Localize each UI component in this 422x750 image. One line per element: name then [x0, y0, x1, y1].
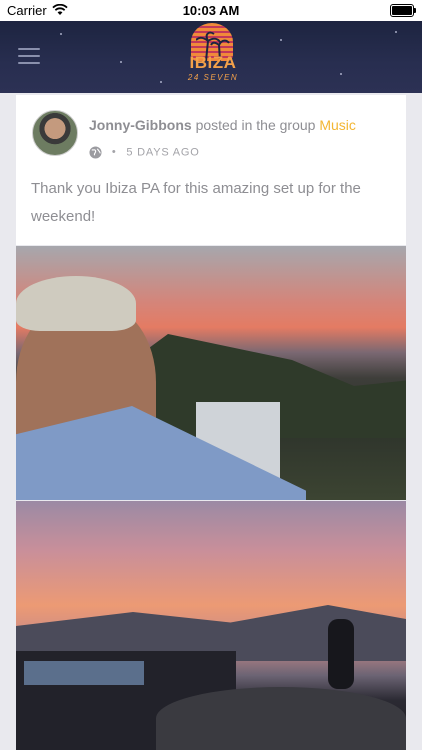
globe-icon [89, 146, 102, 159]
post-subinfo: • 5 DAYS AGO [89, 146, 200, 159]
star-decoration [60, 33, 62, 35]
separator-dot: • [111, 146, 117, 159]
logo-subtext: 24 SEVEN [187, 73, 239, 82]
group-link[interactable]: Music [319, 117, 356, 133]
post-time: 5 DAYS AGO [126, 146, 200, 159]
hamburger-menu-icon[interactable] [18, 48, 40, 64]
clock-time: 10:03 AM [182, 3, 240, 18]
star-decoration [280, 39, 282, 41]
avatar[interactable] [32, 110, 78, 156]
star-decoration [120, 61, 122, 63]
mixer-display [24, 661, 144, 685]
post-action-text: posted in the group [195, 117, 316, 133]
battery-icon [390, 4, 416, 17]
star-decoration [340, 73, 342, 75]
app-logo[interactable]: IBIZA 24 SEVEN [184, 23, 242, 91]
hat-image [16, 276, 136, 331]
turntable-image [156, 687, 406, 750]
post-card: Jonny-Gibbons posted in the group Music … [16, 95, 406, 245]
post-header: Jonny-Gibbons posted in the group Music [89, 117, 356, 133]
star-decoration [395, 31, 397, 33]
tonearm-image [328, 619, 354, 689]
star-decoration [160, 81, 162, 83]
post-photo[interactable] [16, 246, 406, 500]
post-body: Thank you Ibiza PA for this amazing set … [31, 180, 361, 225]
author-link[interactable]: Jonny-Gibbons [89, 117, 192, 133]
app-header: IBIZA 24 SEVEN [0, 21, 422, 93]
status-bar: Carrier 10:03 AM [0, 0, 422, 21]
post-photo[interactable] [16, 501, 406, 750]
logo-text: IBIZA [189, 53, 237, 72]
